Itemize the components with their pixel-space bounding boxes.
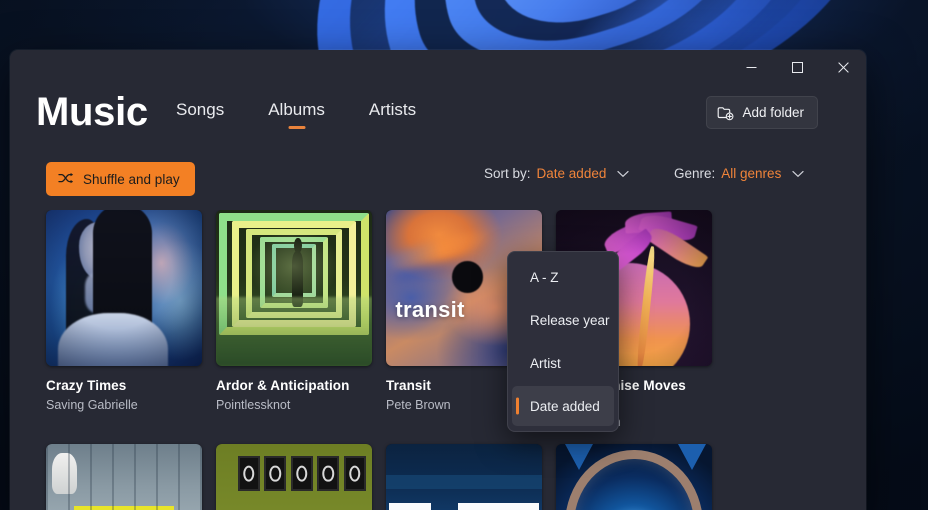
sort-by-value: Date added [536, 166, 607, 181]
album-card[interactable] [386, 444, 542, 510]
album-artwork[interactable] [46, 444, 202, 510]
album-artist: Pointlessknot [216, 398, 291, 412]
maximize-button[interactable] [774, 50, 820, 84]
sort-menu-item-label: Artist [530, 355, 561, 371]
tab-underline [288, 126, 306, 129]
tab-songs[interactable]: Songs [166, 96, 234, 129]
album-artwork[interactable] [216, 210, 372, 366]
album-artwork[interactable] [46, 210, 202, 366]
album-card[interactable]: Crazy Times Saving Gabrielle [46, 210, 202, 430]
sort-menu-item-release-year[interactable]: Release year [512, 300, 614, 340]
genre-value: All genres [721, 166, 782, 181]
chevron-down-icon [617, 170, 629, 178]
window-titlebar[interactable] [10, 50, 866, 84]
album-artwork[interactable] [556, 444, 712, 510]
nav-tabs: Songs Albums Artists [166, 96, 426, 129]
page-title: Music [36, 90, 148, 134]
app-header: Music Songs Albums Artists Add folder [10, 84, 866, 148]
shuffle-and-play-label: Shuffle and play [83, 171, 180, 187]
add-folder-button[interactable]: Add folder [706, 96, 818, 129]
album-card[interactable] [556, 444, 712, 510]
add-folder-label: Add folder [742, 105, 804, 120]
minimize-icon [746, 66, 756, 68]
album-title: Ardor & Anticipation [216, 378, 350, 393]
sort-by-menu: A - Z Release year Artist Date added [507, 251, 619, 432]
artwork-blue-window [386, 444, 542, 510]
artwork-text: transit [395, 297, 465, 323]
tab-artists[interactable]: Artists [359, 96, 426, 129]
artwork-cockpit [556, 444, 712, 510]
sort-menu-item-a-z[interactable]: A - Z [512, 257, 614, 297]
tab-albums[interactable]: Albums [258, 96, 335, 129]
music-app-window: Music Songs Albums Artists Add folder Sh… [10, 50, 866, 510]
artwork-portrait-blue [46, 210, 202, 366]
add-folder-icon [718, 106, 734, 120]
maximize-icon [791, 61, 803, 73]
genre-dropdown[interactable]: Genre: All genres [674, 166, 804, 181]
sort-menu-item-label: A - Z [530, 269, 559, 285]
sort-menu-item-artist[interactable]: Artist [512, 343, 614, 383]
tab-songs-label: Songs [176, 100, 225, 119]
chevron-down-icon [792, 170, 804, 178]
album-artwork[interactable] [216, 444, 372, 510]
sort-by-dropdown[interactable]: Sort by: Date added [484, 166, 629, 181]
selection-indicator [516, 397, 519, 415]
album-card[interactable]: Ardor & Anticipation Pointlessknot [216, 210, 372, 430]
sort-by-label: Sort by: [484, 166, 531, 181]
album-card[interactable] [46, 444, 202, 510]
album-title: Crazy Times [46, 378, 127, 393]
album-card[interactable] [216, 444, 372, 510]
genre-label: Genre: [674, 166, 716, 181]
artwork-yellow-paint [46, 444, 202, 510]
sort-menu-item-label: Release year [530, 312, 610, 328]
artwork-neon-corridor [216, 210, 372, 366]
minimize-button[interactable] [728, 50, 774, 84]
album-artist: Saving Gabrielle [46, 398, 138, 412]
shuffle-and-play-button[interactable]: Shuffle and play [46, 162, 195, 196]
app-toolbar: Shuffle and play Sort by: Date added Gen… [10, 162, 866, 202]
albums-row: Crazy Times Saving Gabrielle Ardor & Ant… [46, 210, 866, 430]
sort-menu-item-label: Date added [530, 398, 600, 414]
desktop: Music Songs Albums Artists Add folder Sh… [0, 0, 928, 510]
albums-row [46, 444, 866, 510]
album-artwork[interactable] [386, 444, 542, 510]
tab-albums-label: Albums [268, 100, 325, 119]
close-icon [837, 61, 849, 73]
close-button[interactable] [820, 50, 866, 84]
tab-artists-label: Artists [368, 100, 417, 119]
sort-menu-item-date-added[interactable]: Date added [512, 386, 614, 426]
shuffle-icon [58, 172, 73, 184]
albums-grid: Crazy Times Saving Gabrielle Ardor & Ant… [10, 210, 866, 510]
artwork-green-room [216, 444, 372, 510]
